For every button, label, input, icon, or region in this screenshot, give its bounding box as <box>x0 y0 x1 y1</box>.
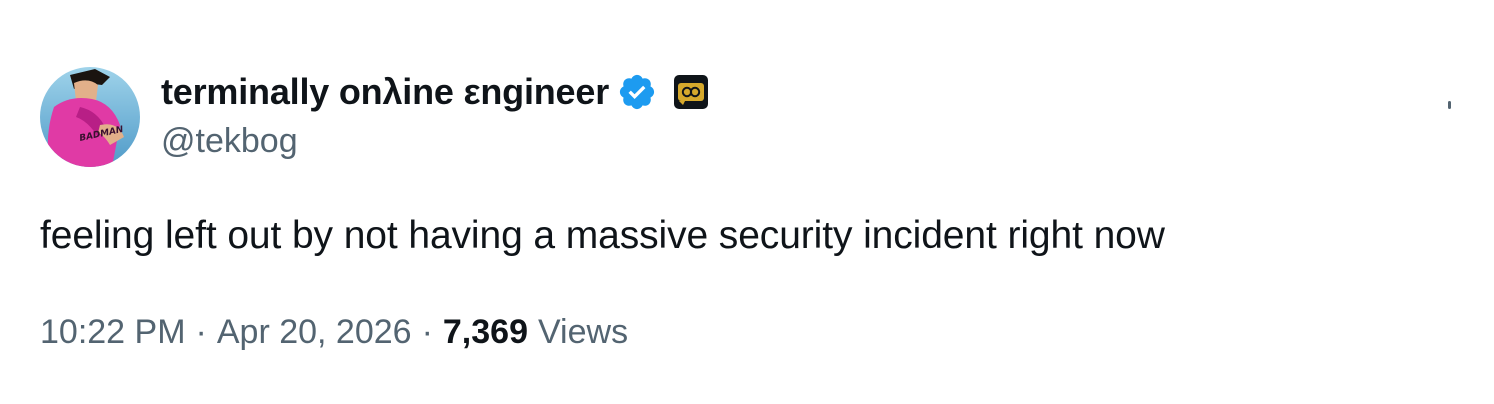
tweet-text: feeling left out by not having a massive… <box>40 214 1165 257</box>
more-options-dot <box>1448 101 1451 109</box>
author-name-row: terminally onλine εngineer <box>161 70 709 114</box>
avatar-image: BADMAN <box>40 67 140 167</box>
author-display-name[interactable]: terminally onλine εngineer <box>161 71 609 113</box>
tweet-meta: 10:22 PM · Apr 20, 2026 · 7,369 Views <box>40 313 628 352</box>
avatar[interactable]: BADMAN <box>40 67 140 167</box>
tweet-date[interactable]: Apr 20, 2026 <box>217 313 412 352</box>
tweet-card: BADMAN terminally onλine εngineer @tekbo… <box>0 0 1494 404</box>
author-handle[interactable]: @tekbog <box>161 122 298 161</box>
tweet-time[interactable]: 10:22 PM <box>40 313 186 352</box>
more-options-icon[interactable] <box>1448 101 1453 111</box>
views-label[interactable]: Views <box>538 313 628 352</box>
views-count: 7,369 <box>442 313 528 351</box>
verified-badge-icon[interactable] <box>617 72 657 112</box>
affiliate-badge-icon[interactable] <box>673 74 709 110</box>
meta-separator: · <box>195 313 207 351</box>
meta-separator: · <box>421 313 433 351</box>
